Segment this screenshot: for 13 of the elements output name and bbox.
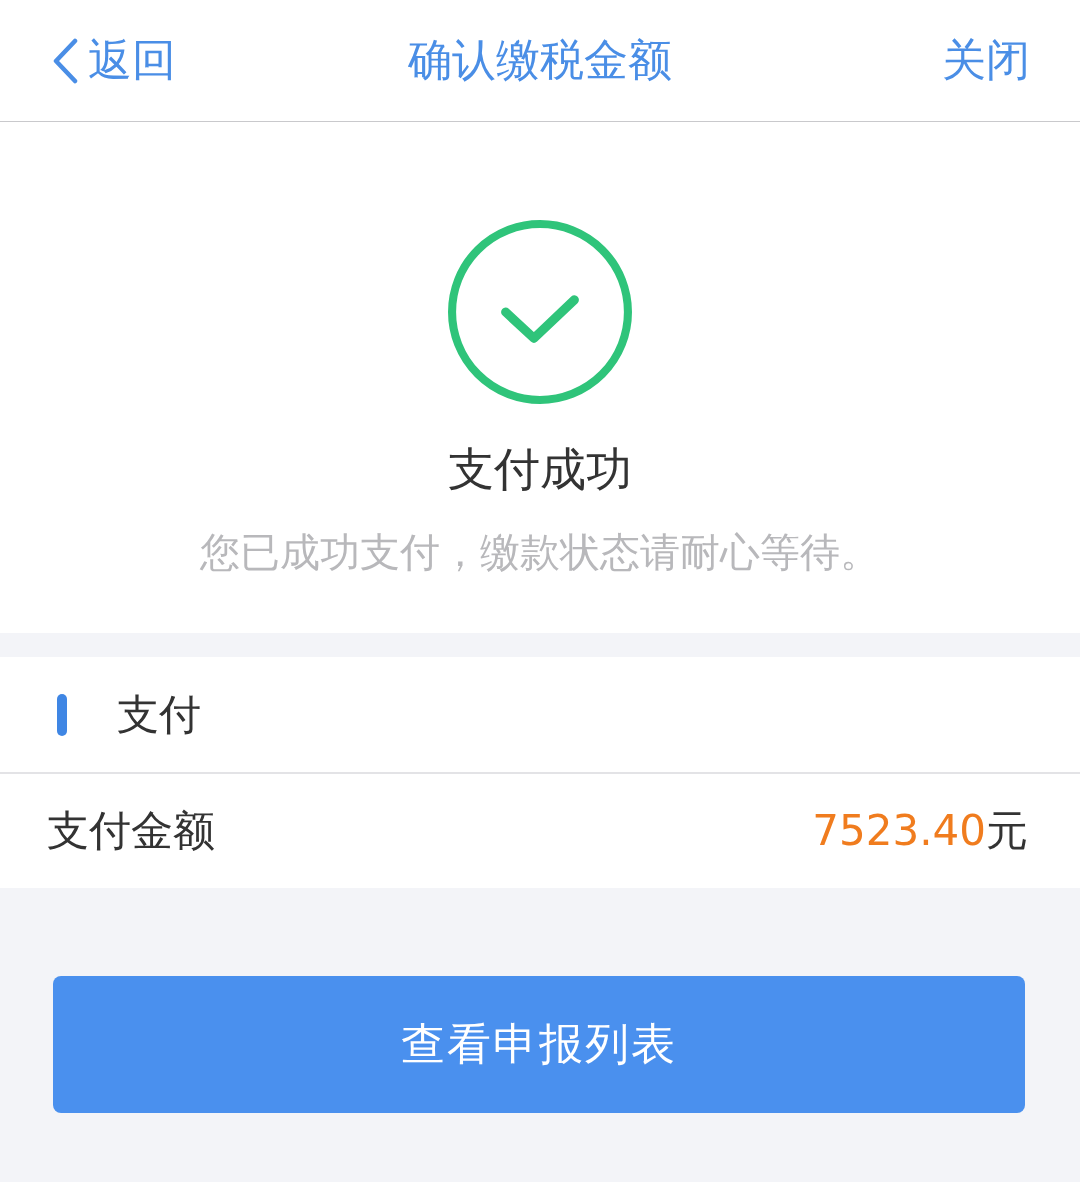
chevron-left-icon	[52, 37, 78, 84]
amount-label: 支付金额	[47, 805, 215, 857]
amount-value: 7523.40	[812, 806, 986, 855]
section-heading: 支付	[117, 688, 201, 741]
view-declarations-button[interactable]: 查看申报列表	[53, 976, 1025, 1113]
close-button[interactable]: 关闭	[942, 31, 1030, 90]
section-marker-icon	[57, 693, 67, 736]
page-title: 确认缴税金额	[408, 33, 672, 87]
currency-unit: 元	[986, 805, 1028, 857]
check-circle-icon	[447, 219, 633, 405]
result-message: 您已成功支付，缴款状态请耐心等待。	[200, 528, 880, 577]
result-title: 支付成功	[448, 441, 632, 498]
back-button[interactable]: 返回	[52, 31, 176, 90]
